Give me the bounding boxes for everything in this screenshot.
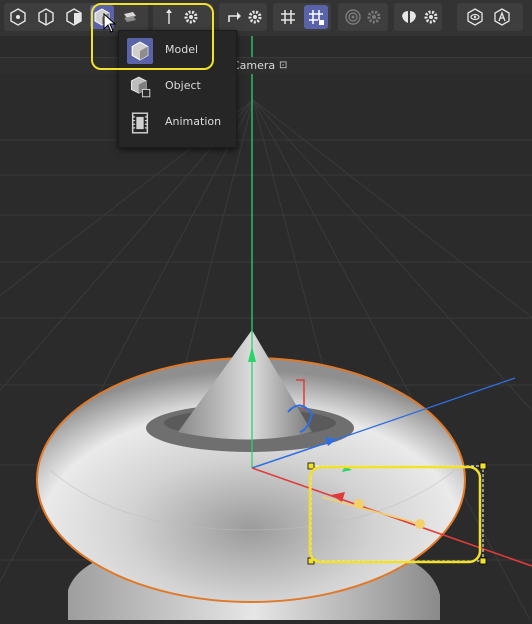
gear-icon [248,10,262,24]
points-mode-icon [10,8,26,26]
symmetry-button[interactable] [397,5,421,29]
top-toolbar [0,0,532,36]
camera-lock-icon[interactable]: ⊡ [279,60,287,72]
soft-selection-icon [345,9,361,25]
gear-icon [367,10,381,24]
eye-icon [467,8,483,26]
auto-button[interactable] [490,5,514,29]
snap-settings-button[interactable] [243,5,267,29]
grid-lock-icon [309,10,324,25]
points-mode-button[interactable] [6,5,30,29]
polygons-mode-button[interactable] [62,5,86,29]
viewport-canvas[interactable] [0,0,532,621]
object-mode-icon [127,74,153,100]
viewport-header: Camera ⊡ [0,57,532,74]
menu-item-label: Animation [165,115,222,128]
symmetry-settings-button[interactable] [419,5,443,29]
workplane-lock-button[interactable] [304,5,328,29]
camera-menu[interactable]: Camera [232,58,275,74]
view-mode-button[interactable] [463,5,487,29]
3d-viewport[interactable] [0,0,532,621]
snap-icon [228,12,241,22]
grid-icon [281,10,295,24]
edges-mode-icon [38,8,54,26]
mouse-cursor-icon [103,13,117,33]
menu-item-animation[interactable]: Animation [119,106,236,140]
auto-icon [494,8,510,26]
polygons-mode-icon [66,8,82,26]
soft-selection-settings-button[interactable] [362,5,386,29]
symmetry-icon [402,11,416,23]
animation-mode-icon [127,110,153,136]
menu-item-object[interactable]: Object [119,70,236,104]
edges-mode-button[interactable] [34,5,58,29]
grid-button[interactable] [276,5,300,29]
gear-icon [424,10,438,24]
menu-item-label: Object [165,79,201,92]
